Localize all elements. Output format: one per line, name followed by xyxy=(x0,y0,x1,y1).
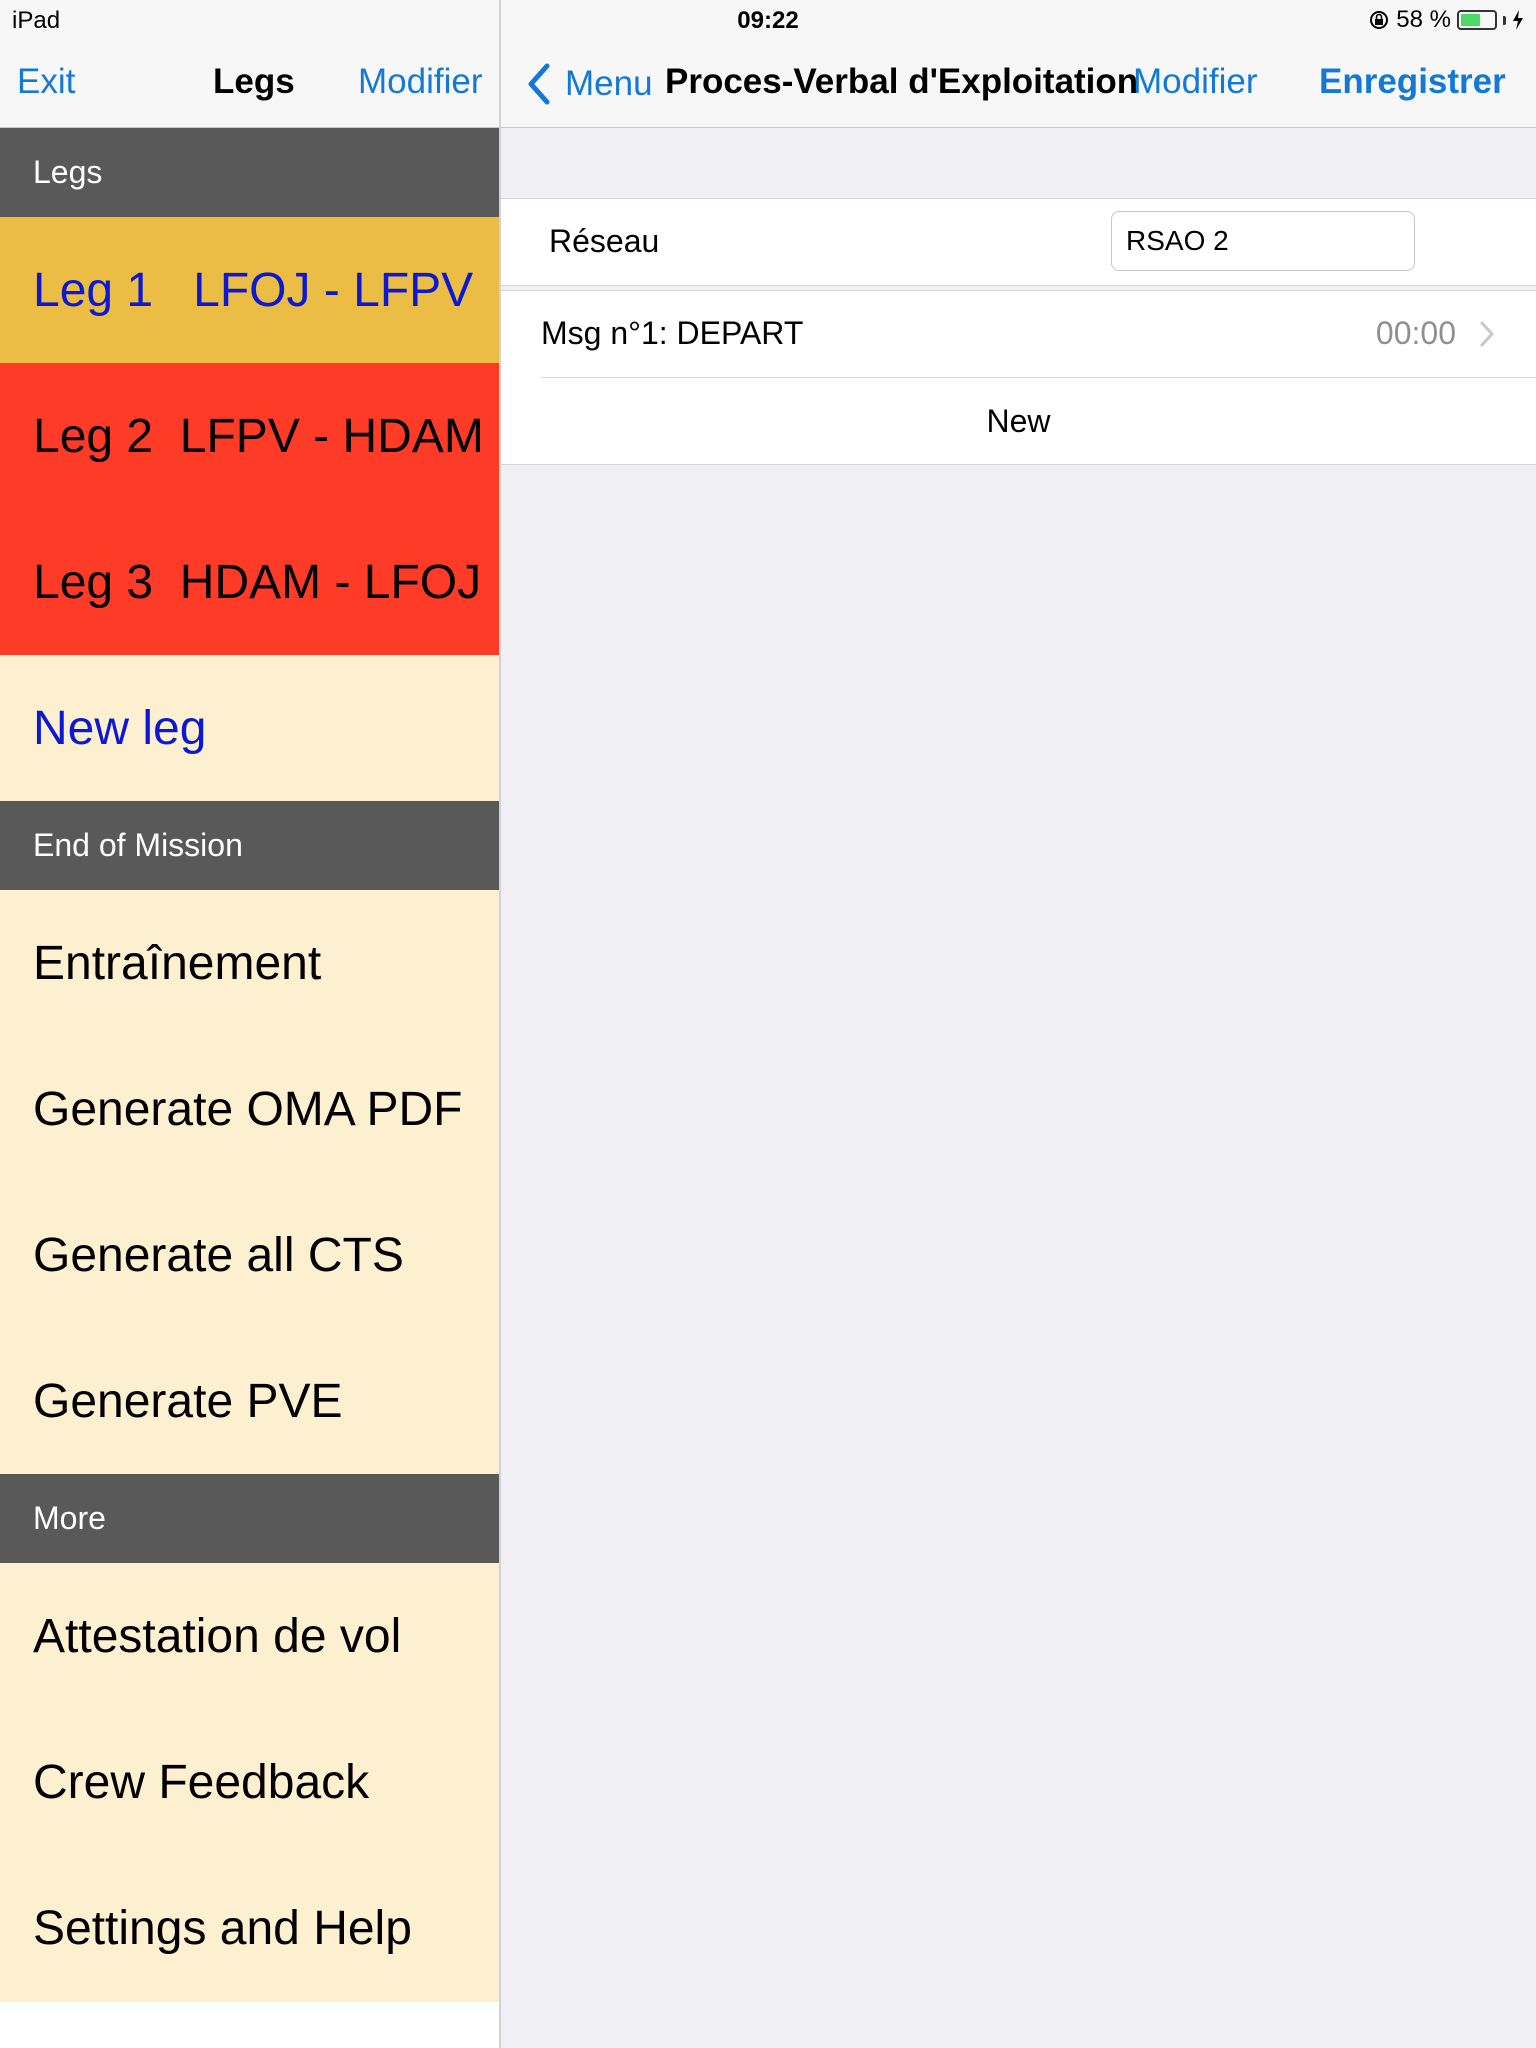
exit-button[interactable]: Exit xyxy=(17,62,75,102)
sidebar-nav-bar: Exit Legs Modifier xyxy=(0,40,499,128)
rotation-lock-icon xyxy=(1370,11,1389,29)
status-indicators: 58 % xyxy=(1368,6,1524,34)
chevron-right-icon xyxy=(1480,321,1494,347)
section-header-legs: Legs xyxy=(0,128,499,217)
reseau-field-row: Réseau xyxy=(501,198,1536,286)
reseau-label: Réseau xyxy=(549,223,660,259)
back-button[interactable]: Menu xyxy=(523,62,653,106)
new-message-button[interactable]: New xyxy=(501,378,1536,464)
status-bar: iPad 09:22 58 % xyxy=(0,0,1536,40)
sidebar-title: Legs xyxy=(213,62,295,101)
messages-table: Msg n°1: DEPART 00:00 New xyxy=(501,290,1536,465)
save-button[interactable]: Enregistrer xyxy=(1319,62,1506,102)
leg-row-3[interactable]: Leg 3 HDAM - LFOJ xyxy=(0,509,499,655)
generate-pve-item[interactable]: Generate PVE xyxy=(0,1328,499,1474)
battery-icon xyxy=(1457,10,1497,30)
reseau-input[interactable] xyxy=(1111,211,1415,271)
leg-row-1[interactable]: Leg 1 LFOJ - LFPV xyxy=(0,217,499,363)
clock: 09:22 xyxy=(737,7,799,34)
sidebar: Legs Leg 1 LFOJ - LFPV Leg 2 LFPV - HDAM… xyxy=(0,128,499,2002)
section-header-end-of-mission: End of Mission xyxy=(0,801,499,890)
detail-nav-bar: Menu Proces-Verbal d'Exploitation Modifi… xyxy=(501,40,1536,128)
new-leg-button[interactable]: New leg xyxy=(0,655,499,801)
battery-percent: 58 % xyxy=(1396,6,1451,33)
sidebar-footer xyxy=(0,2002,499,2048)
generate-all-cts-item[interactable]: Generate all CTS xyxy=(0,1182,499,1328)
leg-row-2[interactable]: Leg 2 LFPV - HDAM xyxy=(0,363,499,509)
back-label: Menu xyxy=(565,64,653,103)
sidebar-modifier-button[interactable]: Modifier xyxy=(358,62,482,102)
chevron-left-icon xyxy=(528,63,550,105)
detail-modifier-button[interactable]: Modifier xyxy=(1133,62,1257,102)
crew-feedback-item[interactable]: Crew Feedback xyxy=(0,1709,499,1855)
settings-and-help-item[interactable]: Settings and Help xyxy=(0,1855,499,2001)
entrainement-item[interactable]: Entraînement xyxy=(0,890,499,1036)
message-label: Msg n°1: DEPART xyxy=(541,315,804,351)
attestation-de-vol-item[interactable]: Attestation de vol xyxy=(0,1563,499,1709)
message-row[interactable]: Msg n°1: DEPART 00:00 xyxy=(501,291,1536,378)
charging-bolt-icon xyxy=(1513,10,1523,30)
message-time: 00:00 xyxy=(1375,315,1456,351)
page-title: Proces-Verbal d'Exploitation xyxy=(665,62,1139,101)
section-header-more: More xyxy=(0,1474,499,1563)
generate-oma-pdf-item[interactable]: Generate OMA PDF xyxy=(0,1036,499,1182)
